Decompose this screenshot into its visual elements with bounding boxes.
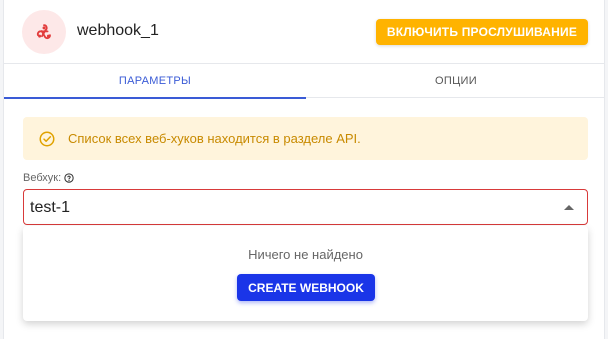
webhook-label-text: Вебхук: [23,172,62,184]
check-circle-icon [39,131,55,146]
webhook-field-label: Вебхук: [23,172,74,184]
active-tab-indicator [4,97,306,99]
panel-header: webhook_1 ВКЛЮЧИТЬ ПРОСЛУШИВАНИЕ [4,0,604,64]
webhook-dropdown: Ничего не найдено CREATE WEBHOOK [23,226,588,321]
no-results-text: Ничего не найдено [248,247,363,262]
webhook-select[interactable] [23,189,588,225]
webhook-panel: webhook_1 ВКЛЮЧИТЬ ПРОСЛУШИВАНИЕ ПАРАМЕТ… [3,0,605,339]
tab-options[interactable]: ОПЦИИ [306,64,606,98]
alert-text: Список всех веб-хуков находится в раздел… [68,131,361,146]
webhook-icon [36,24,51,39]
tab-parameters[interactable]: ПАРАМЕТРЫ [4,64,306,99]
info-alert: Список всех веб-хуков находится в раздел… [23,117,588,160]
page-title: webhook_1 [77,22,159,39]
chevron-up-icon[interactable] [564,205,574,210]
webhook-input[interactable] [30,194,550,221]
enable-listening-button[interactable]: ВКЛЮЧИТЬ ПРОСЛУШИВАНИЕ [376,19,588,45]
question-circle-icon[interactable] [64,173,74,183]
tab-options-label: ОПЦИИ [435,75,477,87]
tab-parameters-label: ПАРАМЕТРЫ [118,75,192,87]
tab-bar: ПАРАМЕТРЫ ОПЦИИ [4,64,606,99]
avatar [22,10,66,54]
create-webhook-button[interactable]: CREATE WEBHOOK [237,274,375,301]
